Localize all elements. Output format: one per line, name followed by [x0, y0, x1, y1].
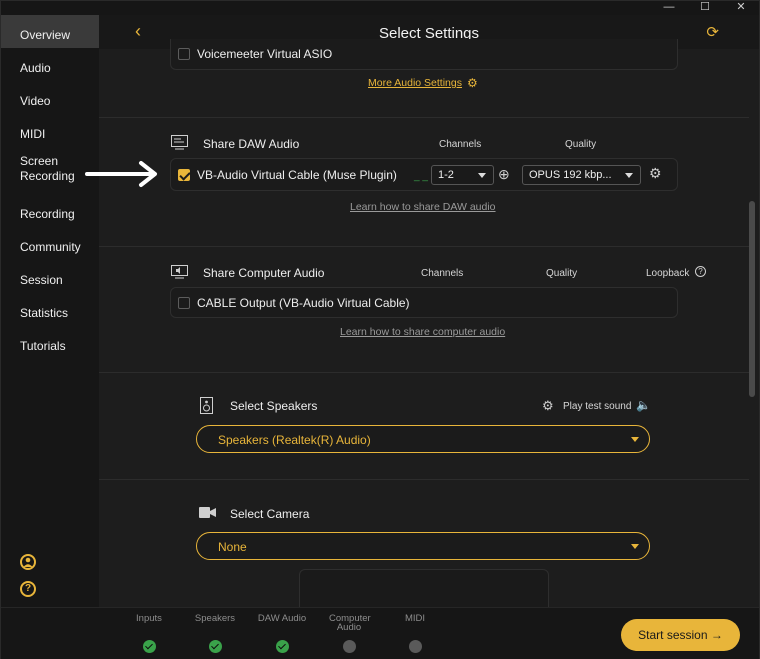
sidebar-item-community[interactable]: Community — [1, 227, 99, 260]
learn-computer-audio-link[interactable]: Learn how to share computer audio — [340, 326, 505, 338]
speakers-title: Select Speakers — [230, 399, 318, 413]
camera-icon — [199, 507, 216, 521]
play-test-sound-link[interactable]: Play test sound — [563, 401, 631, 412]
app-window: — ☐ ✕ Overview Audio Video MIDI Screen R… — [0, 0, 760, 659]
section-divider — [99, 372, 749, 373]
asio-device-box: Voicemeeter Virtual ASIO — [170, 39, 678, 70]
account-icon[interactable] — [20, 554, 36, 570]
daw-device-checkbox[interactable] — [178, 169, 190, 181]
check-icon — [275, 640, 289, 653]
computer-audio-checkbox[interactable] — [178, 297, 190, 309]
step-daw-audio: DAW Audio — [252, 614, 312, 653]
scrollbar[interactable] — [749, 201, 755, 397]
sidebar-item-tutorials[interactable]: Tutorials — [1, 326, 99, 359]
maximize-button[interactable]: ☐ — [687, 1, 723, 15]
gear-icon[interactable]: ⚙ — [467, 76, 478, 90]
start-session-button[interactable]: Start session → — [621, 619, 740, 651]
daw-audio-icon — [171, 135, 188, 153]
sidebar-item-midi[interactable]: MIDI — [1, 114, 99, 147]
speaker-icon — [200, 397, 213, 417]
pending-icon — [408, 640, 422, 653]
speakers-select[interactable]: Speakers (Realtek(R) Audio) — [196, 425, 650, 453]
section-divider — [99, 479, 749, 480]
camera-select[interactable]: None — [196, 532, 650, 560]
main-panel: ‹ Select Settings ⟳ Voicemeeter Virtual … — [99, 15, 759, 607]
check-icon — [208, 640, 222, 653]
section-divider — [99, 246, 749, 247]
sidebar-item-overview[interactable]: Overview — [1, 15, 99, 48]
camera-preview — [299, 569, 549, 607]
computer-audio-title: Share Computer Audio — [203, 266, 325, 280]
add-channel-icon[interactable]: ⊕ — [498, 166, 510, 183]
computer-channels-header: Channels — [421, 268, 464, 279]
gear-icon[interactable]: ⚙ — [542, 398, 554, 414]
help-icon[interactable]: ? — [20, 581, 36, 597]
sidebar-item-audio[interactable]: Audio — [1, 48, 99, 81]
step-speakers: Speakers — [185, 614, 245, 653]
daw-channels-select[interactable]: 1-2 — [431, 165, 494, 185]
sidebar: Overview Audio Video MIDI Screen Recordi… — [1, 15, 99, 607]
more-audio-settings-link[interactable]: More Audio Settings — [368, 77, 462, 89]
minimize-button[interactable]: — — [651, 1, 687, 15]
daw-quality-header: Quality — [565, 139, 597, 150]
volume-icon[interactable]: 🔈 — [636, 398, 651, 412]
sidebar-item-video[interactable]: Video — [1, 81, 99, 114]
progress-bar: Inputs Speakers DAW Audio Computer Audio… — [1, 607, 759, 659]
asio-checkbox[interactable] — [178, 48, 190, 60]
annotation-arrow-icon — [85, 161, 157, 187]
camera-title: Select Camera — [230, 507, 310, 521]
refresh-icon[interactable]: ⟳ — [706, 23, 719, 41]
level-meter: _ _ — [414, 171, 428, 182]
learn-daw-link[interactable]: Learn how to share DAW audio — [350, 201, 496, 213]
section-divider — [99, 117, 749, 118]
sidebar-item-statistics[interactable]: Statistics — [1, 293, 99, 326]
asio-device-label: Voicemeeter Virtual ASIO — [197, 47, 333, 61]
computer-audio-device-box: CABLE Output (VB-Audio Virtual Cable) — [170, 287, 678, 318]
gear-icon[interactable]: ⚙ — [649, 165, 662, 182]
arrow-right-icon: → — [710, 628, 723, 642]
pending-icon — [342, 640, 356, 653]
close-button[interactable]: ✕ — [723, 1, 759, 15]
sidebar-item-session[interactable]: Session — [1, 260, 99, 293]
computer-audio-device-label: CABLE Output (VB-Audio Virtual Cable) — [197, 296, 410, 310]
sidebar-item-recording[interactable]: Recording — [1, 194, 99, 227]
step-computer-audio: Computer Audio — [319, 614, 379, 653]
daw-device-box: VB-Audio Virtual Cable (Muse Plugin) _ _… — [170, 158, 678, 191]
daw-device-label: VB-Audio Virtual Cable (Muse Plugin) — [197, 168, 397, 182]
daw-section-title: Share DAW Audio — [203, 137, 300, 151]
step-midi: MIDI — [385, 614, 445, 653]
window-controls: — ☐ ✕ — [651, 1, 759, 15]
check-icon — [142, 640, 156, 653]
help-icon[interactable]: ? — [695, 266, 706, 277]
speaker-box-icon — [171, 265, 188, 282]
step-inputs: Inputs — [119, 614, 179, 653]
daw-channels-header: Channels — [439, 139, 482, 150]
computer-quality-header: Quality — [546, 268, 578, 279]
loopback-header: Loopback — [646, 268, 690, 279]
daw-quality-select[interactable]: OPUS 192 kbp... — [522, 165, 641, 185]
